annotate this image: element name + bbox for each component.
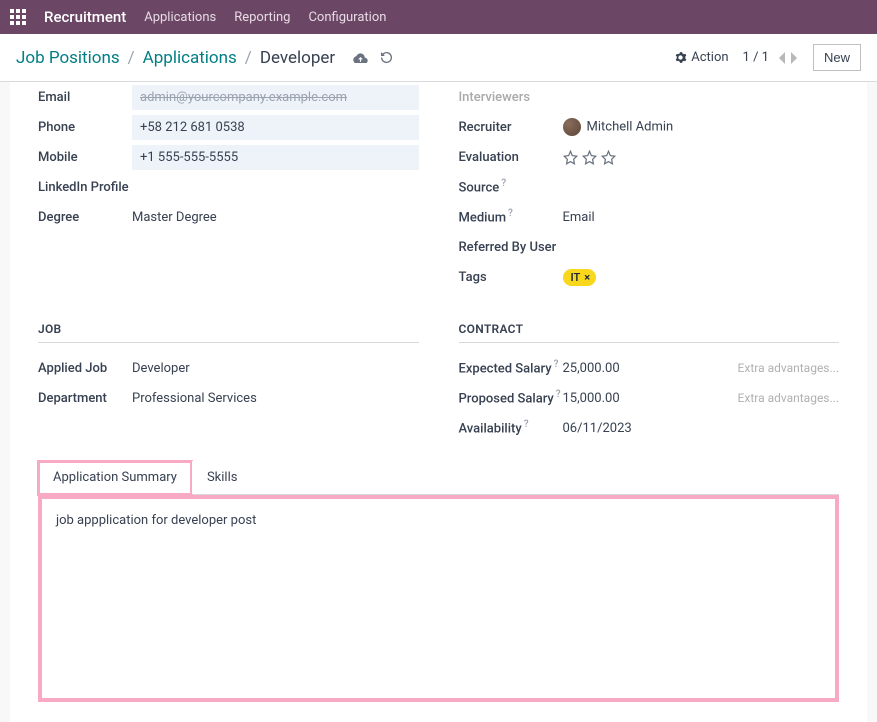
proposed-salary-field[interactable]: 15,000.00	[563, 391, 738, 406]
degree-label: Degree	[38, 210, 132, 225]
star-icon[interactable]	[563, 150, 578, 165]
linkedin-label: LinkedIn Profile	[38, 180, 148, 195]
email-field[interactable]: admin@yourcompany.example.com	[132, 85, 419, 110]
recruiter-label: Recruiter	[459, 120, 563, 135]
help-icon[interactable]: ?	[524, 419, 529, 430]
gear-icon	[674, 51, 687, 64]
mobile-field[interactable]: +1 555-555-5555	[132, 145, 419, 170]
availability-label: Availability?	[459, 419, 563, 436]
help-icon[interactable]: ?	[508, 208, 513, 219]
breadcrumb-current: Developer	[260, 48, 335, 68]
refresh-icon[interactable]	[380, 51, 393, 64]
evaluation-label: Evaluation	[459, 150, 563, 165]
degree-field[interactable]: Master Degree	[132, 210, 419, 225]
source-label: Source?	[459, 178, 563, 195]
email-label: Email	[38, 90, 132, 105]
referred-label: Referred By User	[459, 240, 589, 255]
medium-label: Medium?	[459, 208, 563, 225]
applied-job-field[interactable]: Developer	[132, 361, 419, 376]
help-icon[interactable]: ?	[554, 359, 559, 370]
proposed-salary-label: Proposed Salary?	[459, 389, 563, 406]
phone-label: Phone	[38, 120, 132, 135]
section-job: JOB	[38, 292, 419, 343]
phone-field[interactable]: +58 212 681 0538	[132, 115, 419, 140]
tag-remove-icon[interactable]: ×	[584, 271, 590, 284]
pager-text: 1 / 1	[743, 50, 769, 65]
menu-configuration[interactable]: Configuration	[308, 10, 386, 25]
menu-applications[interactable]: Applications	[144, 10, 216, 25]
medium-field[interactable]: Email	[563, 210, 840, 225]
menu-reporting[interactable]: Reporting	[234, 10, 290, 25]
evaluation-stars[interactable]	[563, 150, 840, 165]
breadcrumb-applications[interactable]: Applications	[143, 48, 237, 68]
expected-extra-field[interactable]: Extra advantages...	[738, 361, 839, 375]
tag-it[interactable]: IT×	[563, 269, 597, 286]
application-summary-textarea[interactable]: job appplication for developer post	[38, 495, 839, 702]
mobile-label: Mobile	[38, 150, 132, 165]
tabs: Application Summary Skills	[38, 461, 839, 495]
section-contract: CONTRACT	[459, 292, 840, 343]
breadcrumb-job-positions[interactable]: Job Positions	[16, 48, 120, 68]
new-button[interactable]: New	[813, 44, 861, 71]
tags-field[interactable]: IT×	[563, 269, 840, 286]
avatar	[563, 118, 581, 136]
help-icon[interactable]: ?	[501, 178, 506, 189]
tags-label: Tags	[459, 270, 563, 285]
star-icon[interactable]	[601, 150, 616, 165]
tab-skills[interactable]: Skills	[192, 461, 253, 494]
pager: 1 / 1	[743, 50, 799, 65]
expected-salary-field[interactable]: 25,000.00	[563, 361, 738, 376]
interviewers-label: Interviewers	[459, 90, 563, 105]
breadcrumb: Job Positions / Applications / Developer	[16, 48, 393, 68]
availability-field[interactable]: 06/11/2023	[563, 421, 840, 436]
recruiter-field[interactable]: Mitchell Admin	[563, 118, 840, 136]
cloud-upload-icon[interactable]	[353, 51, 368, 64]
applied-job-label: Applied Job	[38, 361, 132, 376]
expected-salary-label: Expected Salary?	[459, 359, 563, 376]
department-label: Department	[38, 391, 132, 406]
proposed-extra-field[interactable]: Extra advantages...	[738, 391, 839, 405]
apps-icon[interactable]	[10, 9, 26, 25]
pager-next-icon[interactable]	[789, 51, 799, 65]
help-icon[interactable]: ?	[556, 389, 561, 400]
star-icon[interactable]	[582, 150, 597, 165]
pager-prev-icon[interactable]	[777, 51, 787, 65]
tab-application-summary[interactable]: Application Summary	[38, 461, 192, 495]
action-button[interactable]: Action	[674, 50, 728, 65]
app-brand[interactable]: Recruitment	[44, 8, 126, 26]
department-field[interactable]: Professional Services	[132, 391, 419, 406]
